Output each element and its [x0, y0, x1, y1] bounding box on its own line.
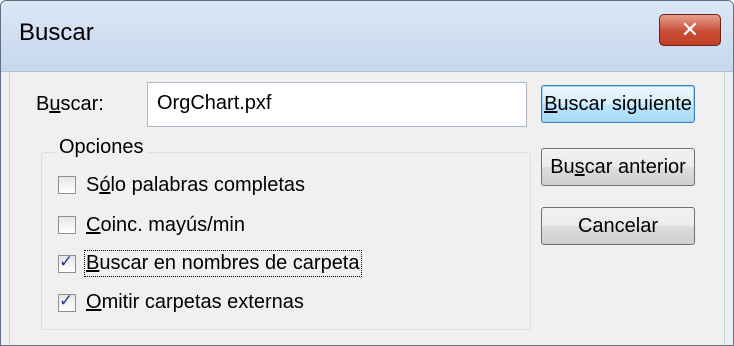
search-input-value: OrgChart.pxf: [157, 92, 272, 114]
close-icon: ✕: [680, 18, 700, 43]
find-previous-button[interactable]: Buscar anterior: [541, 148, 695, 186]
whole-words-checkbox[interactable]: [58, 176, 76, 194]
whole-words-label[interactable]: Sólo palabras completas: [86, 174, 305, 197]
skip-external-checkbox[interactable]: ✓: [58, 291, 76, 312]
checkmark-icon: ✓: [59, 291, 74, 311]
dialog-title: Buscar: [19, 19, 94, 46]
search-label: Buscar:: [36, 93, 104, 115]
options-legend: Opciones: [55, 136, 148, 159]
folder-names-label[interactable]: Buscar en nombres de carpeta: [84, 250, 362, 277]
skip-external-label[interactable]: Omitir carpetas externas: [86, 291, 304, 314]
search-input[interactable]: OrgChart.pxf: [147, 82, 527, 127]
find-next-button[interactable]: Buscar siguiente: [541, 85, 695, 123]
title-bar[interactable]: Buscar ✕: [1, 1, 733, 72]
match-case-checkbox[interactable]: [58, 216, 76, 234]
cancel-button[interactable]: Cancelar: [541, 207, 695, 245]
checkmark-icon: ✓: [59, 252, 74, 272]
match-case-label[interactable]: Coinc. mayús/min: [86, 214, 245, 237]
close-button[interactable]: ✕: [659, 14, 721, 46]
find-dialog: Buscar ✕ Buscar: OrgChart.pxf Opciones S…: [0, 0, 734, 346]
folder-names-checkbox[interactable]: ✓: [58, 252, 76, 273]
dialog-body: Buscar: OrgChart.pxf Opciones Sólo palab…: [9, 72, 725, 345]
